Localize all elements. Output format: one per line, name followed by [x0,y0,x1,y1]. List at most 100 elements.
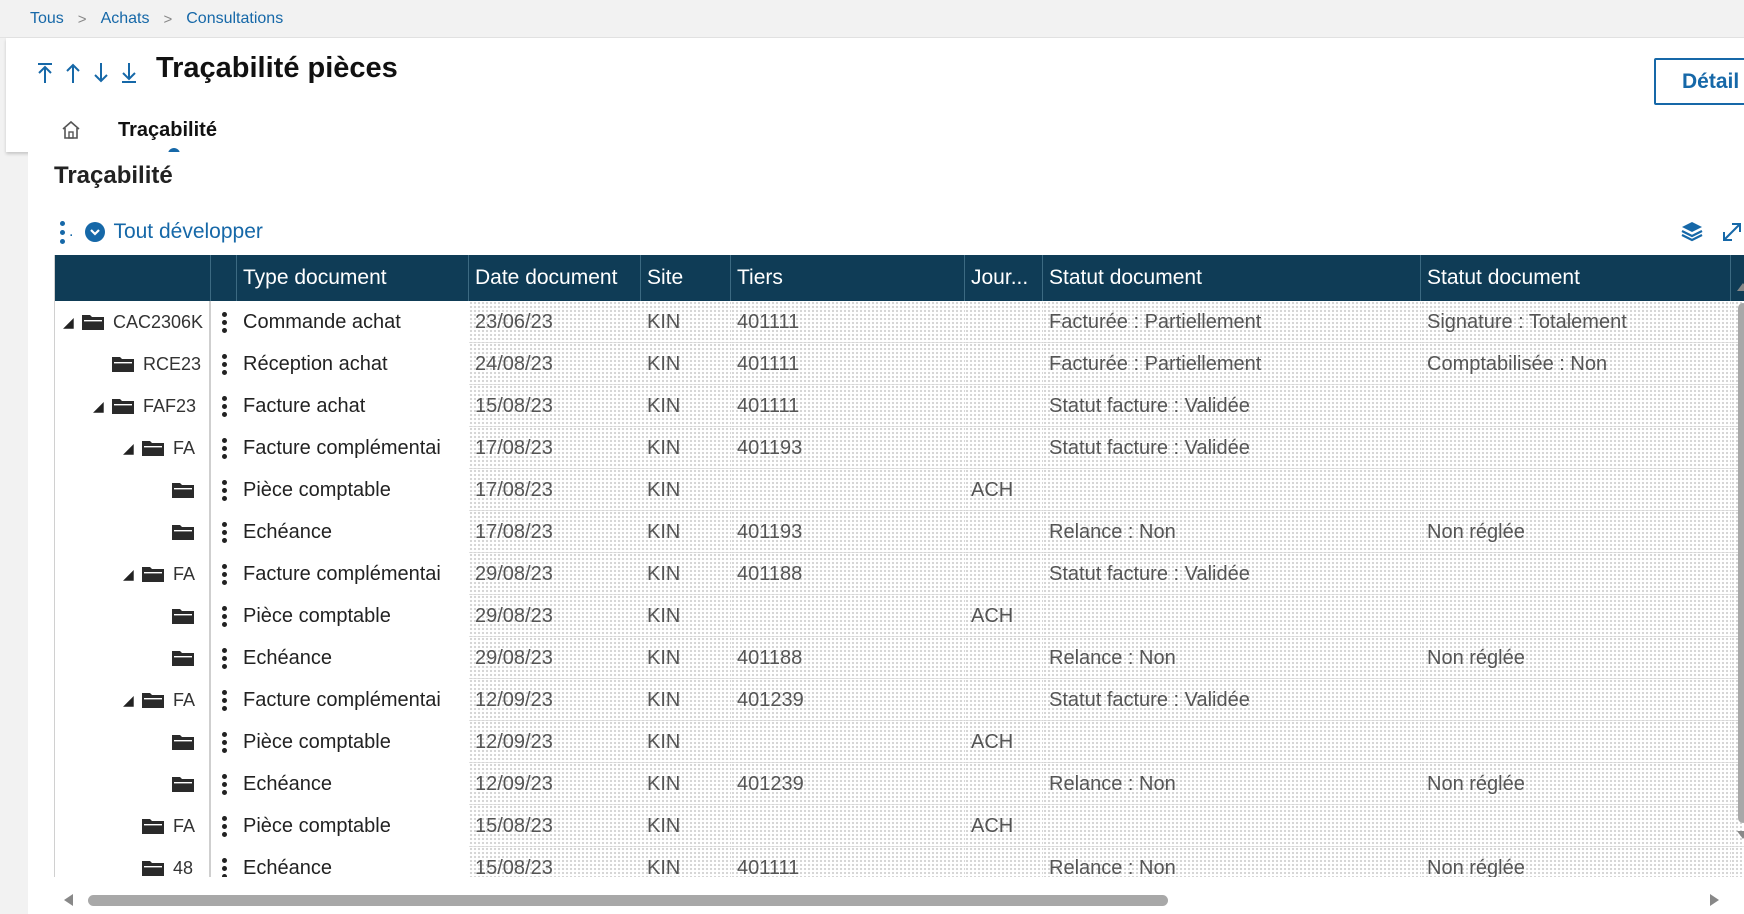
document-code[interactable]: FAF23 [143,385,196,427]
cell-journal [965,301,1043,343]
document-code[interactable]: 48 [173,847,193,877]
cell-statut-document-1: Facturée : Partiellement [1043,343,1421,385]
collapse-toggle-icon[interactable]: ◢ [93,385,111,427]
table-row[interactable]: Pièce comptable 29/08/23 KIN ACH [55,595,1744,637]
vertical-scroll-thumb[interactable] [1738,303,1744,823]
collapse-toggle-icon[interactable]: ◢ [123,427,141,469]
collapse-toggle-icon[interactable]: ◢ [123,679,141,721]
document-code[interactable]: RCE23 [143,343,201,385]
first-record-icon[interactable] [34,58,56,88]
tree-cell: ◢ FA [55,427,211,469]
table-row[interactable]: ◢ FA Facture complémentai 29/08/23 KIN 401188… [55,553,1744,595]
cell-journal: ACH [965,721,1043,763]
fullscreen-icon[interactable] [1720,220,1744,249]
vertical-scrollbar[interactable] [1734,283,1744,843]
document-code[interactable]: FA [173,553,195,595]
cell-tiers: 401111 [731,343,965,385]
row-actions-icon[interactable] [211,469,237,511]
row-actions-icon[interactable] [211,343,237,385]
table-row[interactable]: Echéance 12/09/23 KIN 401239 Relance : Non No… [55,763,1744,805]
row-actions-icon[interactable] [211,385,237,427]
grid-header: Type document Date document Site Tiers J… [55,255,1744,301]
row-actions-icon[interactable] [211,847,237,877]
table-row[interactable]: RCE23 Réception achat 24/08/23 KIN 401111 Fac… [55,343,1744,385]
cell-tiers: 401188 [731,553,965,595]
scroll-up-arrow[interactable] [1737,283,1744,291]
table-row[interactable]: ◢ FA Facture complémentai 12/09/23 KIN 401239… [55,679,1744,721]
tree-cell: 48 [55,847,211,877]
row-actions-icon[interactable] [211,511,237,553]
tree-cell: ◢ FAF23 [55,385,211,427]
cell-site: KIN [641,469,731,511]
table-row[interactable]: ◢ FAF23 Facture achat 15/08/23 KIN 401111 Stat… [55,385,1744,427]
row-actions-icon[interactable] [211,721,237,763]
collapse-toggle-icon[interactable]: ◢ [123,553,141,595]
table-row[interactable]: Pièce comptable 17/08/23 KIN ACH [55,469,1744,511]
cell-tiers [731,469,965,511]
table-row[interactable]: FA Pièce comptable 15/08/23 KIN ACH [55,805,1744,847]
cell-date-document: 17/08/23 [469,511,641,553]
cell-statut-document-2 [1421,427,1731,469]
layers-icon[interactable] [1680,220,1704,247]
header-statut-document-2[interactable]: Statut document [1421,255,1731,301]
breadcrumb-consultations[interactable]: Consultations [186,10,283,28]
row-actions-icon[interactable] [211,553,237,595]
header-date-document[interactable]: Date document [469,255,641,301]
cell-site: KIN [641,763,731,805]
cell-statut-document-1 [1043,721,1421,763]
breadcrumb-tous[interactable]: Tous [30,10,64,28]
table-row[interactable]: Pièce comptable 12/09/23 KIN ACH [55,721,1744,763]
cell-statut-document-2: Comptabilisée : Non [1421,343,1731,385]
table-row[interactable]: 48 Echéance 15/08/23 KIN 401111 Relance : Non… [55,847,1744,877]
cell-statut-document-2: Non réglée [1421,511,1731,553]
folder-icon [141,859,165,877]
scroll-right-arrow[interactable] [1710,894,1719,906]
horizontal-scrollbar[interactable] [64,892,1724,908]
expand-all-button[interactable]: Tout développer [113,220,262,244]
cell-date-document: 23/06/23 [469,301,641,343]
horizontal-scroll-thumb[interactable] [88,895,1168,906]
cell-tiers: 401111 [731,301,965,343]
home-icon[interactable] [54,116,88,144]
cell-type-document: Facture complémentai [237,427,469,469]
row-actions-icon[interactable] [211,595,237,637]
row-actions-icon[interactable] [211,637,237,679]
table-row[interactable]: ◢ CAC2306K Commande achat 23/06/23 KIN 401111… [55,301,1744,343]
tab-tracabilite[interactable]: Traçabilité [118,119,217,142]
last-record-icon[interactable] [118,58,140,88]
cell-journal [965,343,1043,385]
cell-date-document: 12/09/23 [469,721,641,763]
scroll-left-arrow[interactable] [64,894,73,906]
more-actions-icon[interactable] [60,220,65,244]
header-journal[interactable]: Jour... [965,255,1043,301]
cell-type-document: Echéance [237,511,469,553]
table-row[interactable]: Echéance 29/08/23 KIN 401188 Relance : Non No… [55,637,1744,679]
detail-button[interactable]: Détail [1654,58,1744,105]
header-type-document[interactable]: Type document [237,255,469,301]
row-actions-icon[interactable] [211,301,237,343]
scroll-down-arrow[interactable] [1737,831,1744,839]
header-tiers[interactable]: Tiers [731,255,965,301]
next-record-icon[interactable] [90,58,112,88]
document-code[interactable]: FA [173,805,195,847]
document-code[interactable]: CAC2306K [113,301,203,343]
chevron-down-icon[interactable] [85,222,106,242]
header-statut-document-1[interactable]: Statut document [1043,255,1421,301]
header-site[interactable]: Site [641,255,731,301]
folder-icon [171,649,195,667]
cell-statut-document-1: Statut facture : Validée [1043,679,1421,721]
document-code[interactable]: FA [173,427,195,469]
collapse-toggle-icon[interactable]: ◢ [63,301,81,343]
document-code[interactable]: FA [173,679,195,721]
breadcrumb-achats[interactable]: Achats [101,10,150,28]
cell-date-document: 29/08/23 [469,595,641,637]
row-actions-icon[interactable] [211,763,237,805]
folder-icon [141,565,165,583]
previous-record-icon[interactable] [62,58,84,88]
table-row[interactable]: ◢ FA Facture complémentai 17/08/23 KIN 401193… [55,427,1744,469]
row-actions-icon[interactable] [211,427,237,469]
row-actions-icon[interactable] [211,679,237,721]
row-actions-icon[interactable] [211,805,237,847]
cell-statut-document-1 [1043,595,1421,637]
table-row[interactable]: Echéance 17/08/23 KIN 401193 Relance : Non No… [55,511,1744,553]
